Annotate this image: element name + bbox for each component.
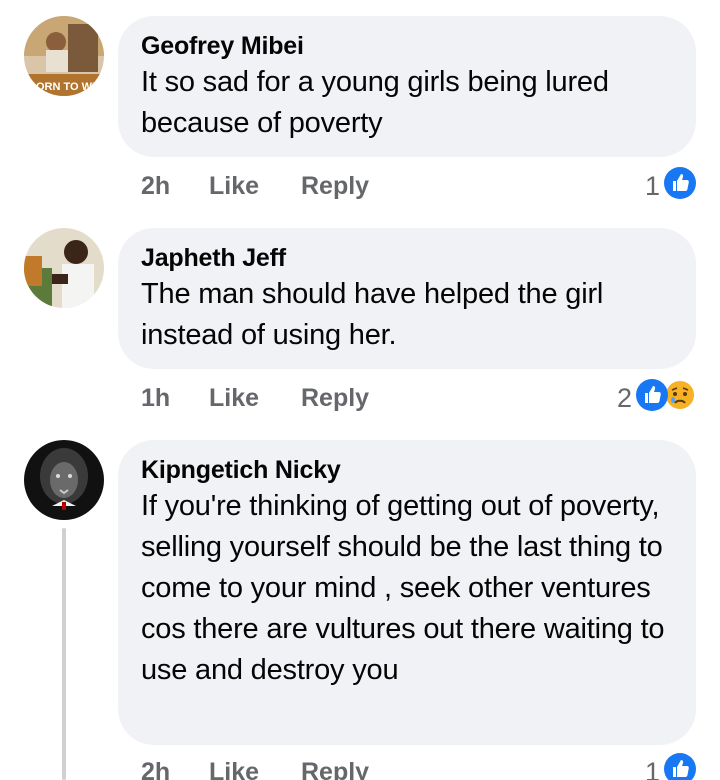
comment-timestamp[interactable]: 2h (141, 172, 209, 201)
reaction-summary[interactable]: 1 (644, 166, 696, 206)
avatar[interactable] (24, 228, 104, 308)
like-icon (636, 378, 668, 418)
comments-section: BORN TO WIN Geofrey Mibei It so sad for … (0, 0, 720, 780)
comment-timestamp[interactable]: 2h (141, 758, 209, 780)
like-button[interactable]: Like (209, 758, 301, 780)
reply-thread-line (62, 528, 66, 780)
like-icon (664, 752, 696, 780)
comment-actions: 1h Like Reply (141, 380, 369, 416)
reaction-count: 1 (644, 170, 660, 201)
like-icon (664, 166, 696, 206)
like-button[interactable]: Like (209, 172, 301, 201)
comment-actions: 2h Like Reply (141, 754, 369, 780)
comment-text: It so sad for a young girls being lured … (141, 66, 609, 139)
comment-bubble: Geofrey Mibei It so sad for a young girl… (118, 16, 696, 157)
reply-button[interactable]: Reply (301, 384, 369, 413)
comment-timestamp[interactable]: 1h (141, 384, 209, 413)
reaction-summary[interactable]: 1 (644, 752, 696, 780)
avatar[interactable]: BORN TO WIN (24, 16, 104, 96)
comment-bubble: Japheth Jeff The man should have helped … (118, 228, 696, 369)
comment-actions: 2h Like Reply (141, 168, 369, 204)
avatar[interactable] (24, 440, 104, 520)
reply-button[interactable]: Reply (301, 172, 369, 201)
reaction-count: 2 (616, 382, 632, 413)
reaction-summary[interactable]: 2 (616, 378, 696, 418)
avatar-text: BORN TO WIN (28, 81, 103, 93)
reply-button[interactable]: Reply (301, 758, 369, 780)
like-button[interactable]: Like (209, 384, 301, 413)
comment-text: The man should have helped the girl inst… (141, 278, 604, 351)
sad-icon (664, 378, 696, 418)
comment-bubble: Kipngetich Nicky If you're thinking of g… (118, 440, 696, 745)
comment-author[interactable]: Kipngetich Nicky (141, 454, 672, 486)
reaction-count: 1 (644, 756, 660, 780)
comment-author[interactable]: Geofrey Mibei (141, 30, 672, 62)
comment-text: If you're thinking of getting out of pov… (141, 490, 665, 686)
comment-author[interactable]: Japheth Jeff (141, 242, 672, 274)
